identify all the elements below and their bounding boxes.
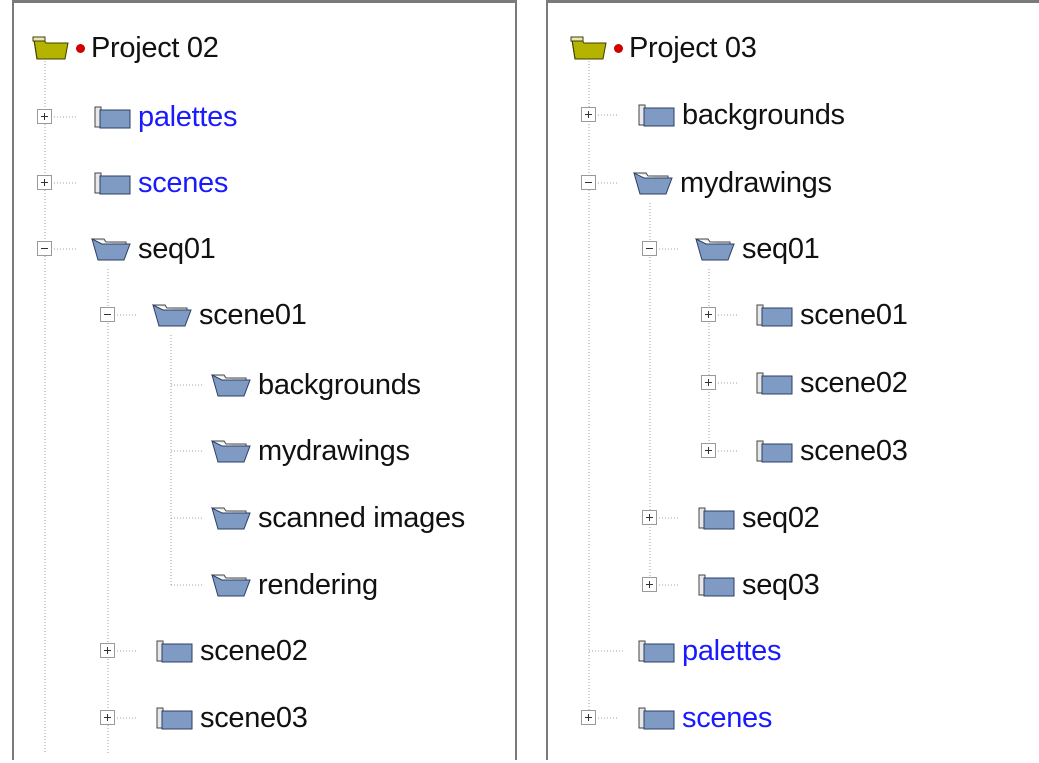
tree-node-label: seq02 [742, 501, 820, 534]
folder-open-icon [90, 236, 132, 262]
folder-open-icon [632, 170, 674, 196]
folder-open-icon [210, 572, 252, 598]
tree-node-backgrounds[interactable]: backgrounds [636, 95, 845, 135]
tree-node-root[interactable]: Project 02 [32, 28, 219, 68]
project-tree-panel-left[interactable]: Project 02 palettes scenes seq01 scene01… [12, 0, 517, 760]
expand-plus-icon[interactable] [100, 710, 115, 725]
project-folder-icon [570, 35, 608, 61]
tree-node-palettes[interactable]: palettes [636, 631, 781, 671]
folder-open-icon [151, 302, 193, 328]
collapse-minus-icon[interactable] [37, 241, 52, 256]
collapse-minus-icon[interactable] [581, 175, 596, 190]
tree-node-label: mydrawings [680, 166, 832, 199]
expand-plus-icon[interactable] [100, 643, 115, 658]
tree-node-label: seq01 [742, 232, 820, 265]
folder-closed-icon [754, 370, 794, 396]
expand-plus-icon[interactable] [642, 510, 657, 525]
expand-plus-icon[interactable] [581, 107, 596, 122]
tree-node-label: backgrounds [258, 368, 421, 401]
tree-node-label: scene03 [800, 434, 908, 467]
tree-node-label[interactable]: scenes [682, 703, 772, 733]
tree-node-seq03[interactable]: seq03 [696, 565, 820, 605]
folder-closed-icon [92, 104, 132, 130]
tree-node-label[interactable]: palettes [138, 102, 237, 132]
folder-open-icon [210, 372, 252, 398]
expand-plus-icon[interactable] [37, 109, 52, 124]
tree-node-seq01[interactable]: seq01 [694, 229, 820, 269]
folder-closed-icon [636, 705, 676, 731]
collapse-minus-icon[interactable] [642, 241, 657, 256]
tree-node-label: scanned images [258, 501, 465, 534]
expand-plus-icon[interactable] [581, 710, 596, 725]
tree-node-label: scene01 [800, 298, 908, 331]
folder-open-icon [210, 438, 252, 464]
tree-node-label: seq01 [138, 232, 216, 265]
tree-node-scene01[interactable]: scene01 [754, 295, 908, 335]
tree-node-scene02[interactable]: scene02 [154, 631, 308, 671]
tree-node-scene01[interactable]: scene01 [151, 295, 307, 335]
modified-indicator-icon [614, 43, 623, 53]
tree-node-label: seq03 [742, 568, 820, 601]
expand-plus-icon[interactable] [701, 375, 716, 390]
folder-closed-icon [154, 705, 194, 731]
tree-node-mydrawings[interactable]: mydrawings [632, 163, 832, 203]
expand-plus-icon[interactable] [701, 443, 716, 458]
tree-node-scenes[interactable]: scenes [636, 698, 772, 738]
folder-closed-icon [92, 170, 132, 196]
tree-node-label: backgrounds [682, 98, 845, 131]
tree-node-scenes[interactable]: scenes [92, 163, 228, 203]
tree-node-seq01[interactable]: seq01 [90, 229, 216, 269]
tree-node-label: scene03 [200, 701, 308, 734]
expand-plus-icon[interactable] [642, 577, 657, 592]
tree-node-mydrawings[interactable]: mydrawings [210, 431, 410, 471]
tree-node-scene02[interactable]: scene02 [754, 363, 908, 403]
tree-node-label: Project 03 [629, 31, 757, 64]
tree-node-scene03[interactable]: scene03 [754, 431, 908, 471]
collapse-minus-icon[interactable] [100, 307, 115, 322]
modified-indicator-icon [76, 43, 85, 53]
tree-node-scanned-images[interactable]: scanned images [210, 498, 465, 538]
tree-node-label: rendering [258, 568, 378, 601]
tree-node-label: Project 02 [91, 31, 219, 64]
tree-node-label: mydrawings [258, 434, 410, 467]
expand-plus-icon[interactable] [37, 175, 52, 190]
tree-node-scene03[interactable]: scene03 [154, 698, 308, 738]
tree-node-backgrounds[interactable]: backgrounds [210, 365, 421, 405]
folder-open-icon [694, 236, 736, 262]
project-folder-icon [32, 35, 70, 61]
project-tree-panel-right[interactable]: Project 03 backgrounds mydrawings seq01 … [546, 0, 1039, 760]
folder-closed-icon [696, 572, 736, 598]
folder-closed-icon [636, 102, 676, 128]
tree-node-rendering[interactable]: rendering [210, 565, 378, 605]
tree-node-label: scene01 [199, 298, 307, 331]
tree-node-root[interactable]: Project 03 [570, 28, 757, 68]
folder-closed-icon [696, 505, 736, 531]
tree-node-label[interactable]: palettes [682, 636, 781, 666]
tree-node-palettes[interactable]: palettes [92, 97, 237, 137]
tree-node-label[interactable]: scenes [138, 168, 228, 198]
tree-node-label: scene02 [200, 634, 308, 667]
folder-closed-icon [636, 638, 676, 664]
expand-plus-icon[interactable] [701, 307, 716, 322]
tree-node-seq02[interactable]: seq02 [696, 498, 820, 538]
folder-open-icon [210, 505, 252, 531]
folder-closed-icon [154, 638, 194, 664]
tree-node-label: scene02 [800, 366, 908, 399]
folder-closed-icon [754, 438, 794, 464]
folder-closed-icon [754, 302, 794, 328]
